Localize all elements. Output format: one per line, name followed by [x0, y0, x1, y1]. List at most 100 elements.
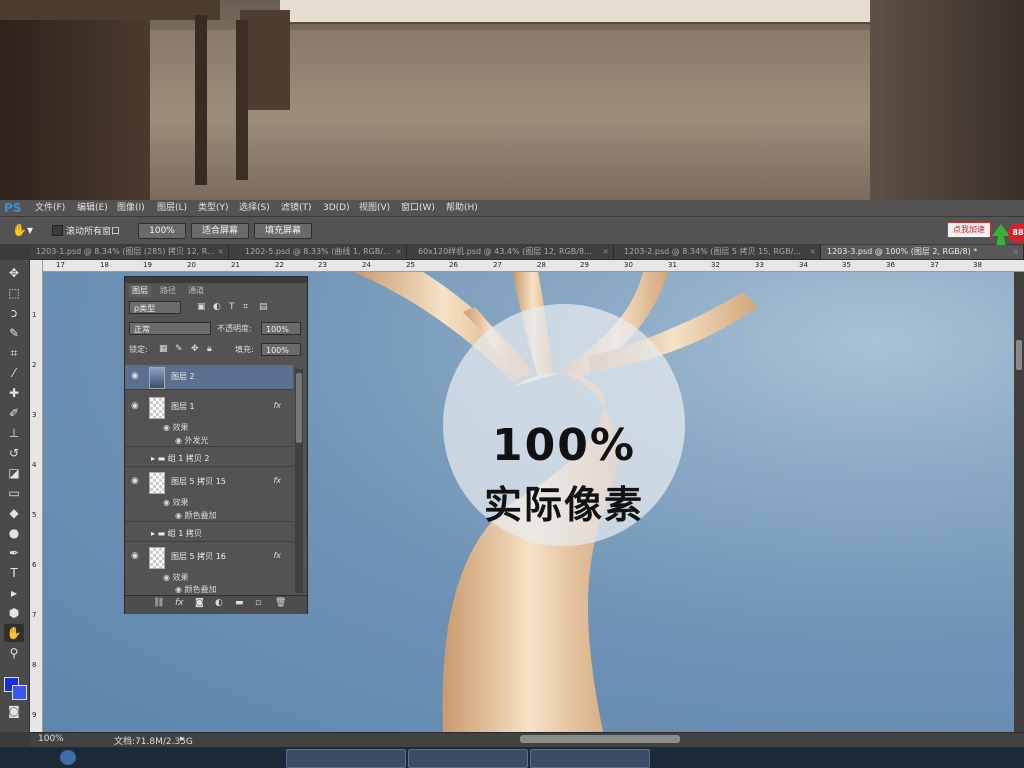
quick-mask-icon[interactable]: ◙	[4, 702, 24, 720]
hand-tool-preset-icon[interactable]: ✋▾	[12, 222, 40, 238]
adjustment-layer-icon[interactable]: ◐	[215, 598, 223, 608]
tab-1202-5[interactable]: 1202-5.psd @ 8.33% (曲线 1, RGB/... ×	[239, 245, 407, 259]
zoom-level[interactable]: 100%	[38, 734, 64, 744]
new-group-icon[interactable]: ▬	[235, 598, 244, 608]
speed-boost-badge[interactable]: 点我加速	[947, 222, 991, 238]
eye-icon[interactable]: ◉	[163, 498, 173, 507]
group-row[interactable]: ▸ ▬ 组 1 拷贝	[125, 526, 293, 542]
lock-position-icon[interactable]: ✥	[191, 344, 199, 354]
filter-smart-icon[interactable]: ▤	[259, 302, 268, 312]
eyedropper-tool-icon[interactable]: ⁄	[4, 364, 24, 382]
visibility-eye-icon[interactable]: ◉	[131, 371, 139, 381]
link-layers-icon[interactable]: ⛓	[153, 598, 164, 608]
effects-label-row[interactable]: ◉ 效果	[125, 497, 293, 509]
shape-tool-icon[interactable]: ⬢	[4, 604, 24, 622]
quick-select-tool-icon[interactable]: ✎	[4, 324, 24, 342]
status-menu-arrow-icon[interactable]: ▸	[180, 734, 185, 744]
marquee-tool-icon[interactable]: ⬚	[4, 284, 24, 302]
visibility-eye-icon[interactable]: ◉	[131, 551, 139, 561]
effects-label-row[interactable]: ◉ 效果	[125, 422, 293, 434]
effects-fx-icon[interactable]: fx	[273, 551, 281, 560]
zoom-100-button[interactable]: 100%	[138, 223, 186, 239]
group-row[interactable]: ▸ ▬ 组 1 拷贝 2	[125, 451, 293, 467]
menu-layer[interactable]: 图层(L)	[157, 202, 187, 214]
move-tool-icon[interactable]: ✥	[4, 264, 24, 282]
background-color-swatch[interactable]	[12, 685, 27, 700]
effects-fx-icon[interactable]: fx	[273, 401, 281, 410]
path-select-tool-icon[interactable]: ▸	[4, 584, 24, 602]
tab-close-icon[interactable]: ×	[1012, 245, 1019, 259]
healing-tool-icon[interactable]: ✚	[4, 384, 24, 402]
menu-edit[interactable]: 编辑(E)	[77, 202, 108, 214]
new-layer-icon[interactable]: ▫	[255, 598, 261, 608]
fill-screen-button[interactable]: 填充屏幕	[254, 223, 312, 239]
tab-1203-3[interactable]: 1203-3.psd @ 100% (图层 2, RGB/8) * ×	[821, 245, 1024, 259]
add-style-fx-icon[interactable]: fx	[175, 598, 184, 608]
taskbar-button[interactable]	[408, 749, 528, 768]
taskbar-button[interactable]	[530, 749, 650, 768]
filter-adjust-icon[interactable]: ◐	[213, 302, 221, 312]
dodge-tool-icon[interactable]: ●	[4, 524, 24, 542]
menu-file[interactable]: 文件(F)	[35, 202, 65, 214]
menu-help[interactable]: 帮助(H)	[446, 202, 478, 214]
effects-fx-icon[interactable]: fx	[273, 476, 281, 485]
menu-image[interactable]: 图像(I)	[117, 202, 145, 214]
tab-channels[interactable]: 通道	[185, 285, 207, 297]
tab-paths[interactable]: 路径	[157, 285, 179, 297]
canvas-scroll-thumb[interactable]	[1016, 340, 1022, 370]
eye-icon[interactable]: ◉	[175, 585, 185, 594]
tab-layers[interactable]: 图层	[129, 285, 151, 297]
eye-icon[interactable]: ◉	[163, 423, 173, 432]
lock-transparency-icon[interactable]: ▦	[159, 344, 168, 354]
filter-type-icon[interactable]: T	[229, 302, 235, 312]
filter-pixel-icon[interactable]: ▣	[197, 302, 206, 312]
tab-1203-2[interactable]: 1203-2.psd @ 8.34% (图层 5 拷贝 15, RGB/... ×	[618, 245, 821, 259]
layers-scroll-thumb[interactable]	[296, 373, 302, 443]
fill-input[interactable]: 100%	[261, 343, 301, 356]
pen-tool-icon[interactable]: ✒	[4, 544, 24, 562]
menu-type[interactable]: 类型(Y)	[198, 202, 229, 214]
filter-shape-icon[interactable]: ⌗	[243, 302, 248, 312]
add-mask-icon[interactable]: ◙	[195, 598, 204, 608]
speed-count-badge[interactable]: 88	[1008, 223, 1024, 243]
menu-3d[interactable]: 3D(D)	[323, 202, 350, 214]
menu-filter[interactable]: 滤镜(T)	[281, 202, 312, 214]
crop-tool-icon[interactable]: ⌗	[4, 344, 24, 362]
zoom-tool-icon[interactable]: ⚲	[4, 644, 24, 662]
history-brush-icon[interactable]: ↺	[4, 444, 24, 462]
gradient-tool-icon[interactable]: ▭	[4, 484, 24, 502]
start-orb-icon[interactable]	[60, 750, 76, 765]
layer-row[interactable]: ◉ 图层 1 fx	[125, 395, 293, 419]
layer-row[interactable]: ◉ 图层 2	[125, 365, 293, 390]
tab-close-icon[interactable]: ×	[602, 245, 609, 259]
tab-1203-1[interactable]: 1203-1.psd @ 8.34% (图层 (285) 拷贝 12, R...…	[30, 245, 229, 259]
taskbar-button[interactable]	[286, 749, 406, 768]
blur-tool-icon[interactable]: ◆	[4, 504, 24, 522]
opacity-input[interactable]: 100%	[261, 322, 301, 335]
effects-label-row[interactable]: ◉ 效果	[125, 572, 293, 584]
delete-layer-icon[interactable]: 🗑︎	[275, 598, 286, 608]
layer-row[interactable]: ◉ 图层 5 拷贝 16 fx	[125, 545, 293, 569]
menu-window[interactable]: 窗口(W)	[401, 202, 435, 214]
effect-row[interactable]: ◉ 颜色叠加	[125, 510, 293, 522]
fit-screen-button[interactable]: 适合屏幕	[191, 223, 249, 239]
blend-mode-select[interactable]: 正常	[129, 322, 211, 335]
tab-close-icon[interactable]: ×	[217, 245, 224, 259]
stamp-tool-icon[interactable]: ⊥	[4, 424, 24, 442]
layer-filter-select[interactable]: ρ类型	[129, 301, 181, 314]
menu-select[interactable]: 选择(S)	[239, 202, 270, 214]
visibility-eye-icon[interactable]: ◉	[131, 476, 139, 486]
visibility-eye-icon[interactable]: ◉	[131, 401, 139, 411]
effect-row[interactable]: ◉ 颜色叠加	[125, 584, 293, 594]
canvas-horizontal-scroll-thumb[interactable]	[520, 735, 680, 743]
tab-close-icon[interactable]: ×	[809, 245, 816, 259]
scroll-all-checkbox[interactable]	[52, 225, 63, 236]
effect-row[interactable]: ◉ 外发光	[125, 435, 293, 447]
eye-icon[interactable]: ◉	[175, 511, 185, 520]
lasso-tool-icon[interactable]: ↄ	[4, 304, 24, 322]
lock-pixels-icon[interactable]: ✎	[175, 344, 183, 354]
eye-icon[interactable]: ◉	[163, 573, 173, 582]
brush-tool-icon[interactable]: ✐	[4, 404, 24, 422]
eye-icon[interactable]: ◉	[175, 436, 185, 445]
type-tool-icon[interactable]: T	[4, 564, 24, 582]
